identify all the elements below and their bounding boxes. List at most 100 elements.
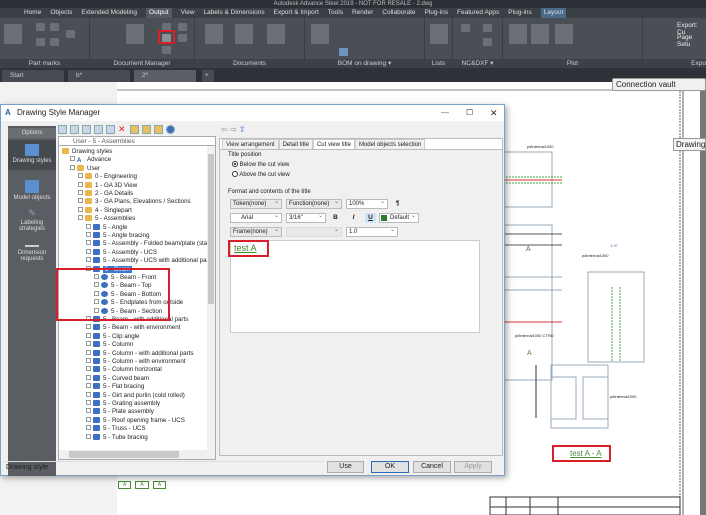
folder-icon[interactable]: [154, 125, 163, 134]
expand-icon[interactable]: [86, 248, 91, 254]
plot-icon[interactable]: [509, 24, 527, 44]
horizontal-scrollbar[interactable]: [59, 450, 215, 459]
font-dropdown[interactable]: Arial: [230, 212, 282, 223]
forward-icon[interactable]: ⇨: [230, 125, 237, 134]
paste-icon[interactable]: [94, 125, 103, 134]
part-mark-icon[interactable]: [36, 23, 45, 31]
bom-icon[interactable]: [339, 48, 348, 56]
radio-above[interactable]: Above the cut view: [232, 171, 290, 178]
close-button[interactable]: ✕: [490, 105, 498, 121]
tree-item[interactable]: 5 - Assemblies: [78, 215, 135, 223]
expand-icon[interactable]: [70, 164, 75, 170]
radio-below[interactable]: Below the cut view: [232, 161, 289, 168]
drawing-styles-icon[interactable]: [205, 24, 223, 44]
expand-icon[interactable]: [78, 198, 83, 204]
tree-item[interactable]: 5 - Truss - UCS: [86, 425, 146, 433]
ribbon-tab[interactable]: Export & Import: [274, 8, 319, 18]
expand-icon[interactable]: [86, 358, 91, 363]
tree-item[interactable]: 5 - Tube bracing: [86, 433, 148, 442]
tree-item[interactable]: 5 - Assembly - UCS: [86, 248, 157, 257]
up-icon[interactable]: ⇧: [239, 125, 246, 134]
tree-item[interactable]: Drawing styles: [62, 148, 112, 156]
tree-item[interactable]: 5 - Roof opening frame - UCS: [86, 416, 185, 425]
expand-icon[interactable]: [86, 383, 91, 389]
sidebar-item-drawing-styles[interactable]: Drawing styles: [8, 140, 56, 170]
part-mark-icon[interactable]: [36, 38, 45, 46]
part-mark-icon[interactable]: [66, 30, 75, 38]
ribbon-tab[interactable]: Extended Modeling: [81, 8, 137, 18]
doc-tab-b[interactable]: b*: [68, 70, 130, 82]
factor-dropdown[interactable]: 1.0: [346, 226, 398, 237]
tree-item[interactable]: 5 - Flat bracing: [86, 383, 144, 391]
sidebar-item-labeling-strategies[interactable]: ✎ Labeling strategies: [8, 206, 56, 236]
tree-item[interactable]: 5 - Assembly - Folded beam/plate (standa…: [86, 240, 215, 248]
expand-icon[interactable]: [78, 206, 83, 212]
tree-item[interactable]: 5 - Column: [86, 341, 133, 349]
tree-item[interactable]: 5 - Column - with additional parts: [86, 349, 193, 358]
tree-item[interactable]: 2 - GA Details: [78, 190, 133, 198]
tree-item[interactable]: 5 - Curved beam: [86, 374, 149, 383]
document-manager-icon[interactable]: [126, 24, 144, 44]
nc-icon[interactable]: [461, 24, 470, 32]
tab[interactable]: Detail title: [278, 139, 313, 149]
expand-icon[interactable]: [86, 324, 91, 330]
tree-item[interactable]: User: [70, 164, 100, 173]
tree-item[interactable]: 5 - Column - with environment: [86, 358, 186, 366]
drawing-processes-icon[interactable]: [235, 24, 253, 44]
ribbon-tab[interactable]: Featured Apps: [457, 8, 499, 18]
expand-icon[interactable]: [78, 181, 83, 187]
connection-vault-panel[interactable]: Connection vault: [612, 78, 706, 91]
tree-item[interactable]: 4 - Singlepart: [78, 206, 132, 215]
maximize-button[interactable]: ☐: [466, 105, 473, 121]
page-setup-item[interactable]: Page Setu: [677, 34, 706, 48]
use-button[interactable]: Use: [327, 461, 364, 473]
expand-icon[interactable]: [86, 433, 91, 439]
bom-templates-icon[interactable]: [267, 24, 285, 44]
ok-button[interactable]: OK: [371, 461, 409, 473]
expand-icon[interactable]: [86, 416, 91, 422]
tree-item[interactable]: A Advance: [70, 156, 111, 164]
new-icon[interactable]: [58, 125, 67, 134]
tree-item[interactable]: 5 - Clip angle: [86, 332, 139, 341]
tab[interactable]: View arrangement: [222, 139, 279, 149]
group-manager-icon[interactable]: [311, 24, 329, 44]
nc-icon[interactable]: [483, 24, 492, 32]
tree-item[interactable]: 5 - Beam - with environment: [86, 324, 180, 332]
tree-item[interactable]: 5 - Column horizontal: [86, 366, 162, 374]
tree-item[interactable]: 5 - Angle: [86, 223, 127, 232]
expand-icon[interactable]: [86, 425, 91, 431]
delete-icon[interactable]: ✕: [118, 125, 127, 134]
nc-icon[interactable]: [483, 38, 492, 46]
expand-icon[interactable]: [86, 374, 91, 380]
ribbon-tab[interactable]: Tools: [328, 8, 343, 18]
cancel-button[interactable]: Cancel: [413, 461, 451, 473]
sidebar-item-dimension-requests[interactable]: Dimension requests: [8, 236, 56, 266]
minimize-button[interactable]: —: [441, 105, 449, 121]
scale-dropdown[interactable]: 100%: [346, 198, 388, 209]
part-mark-icon[interactable]: [50, 38, 59, 46]
ribbon-tab[interactable]: Layout: [540, 8, 567, 18]
expand-icon[interactable]: [78, 173, 83, 179]
ribbon-tab[interactable]: Render: [352, 8, 373, 18]
preview-icon[interactable]: [555, 24, 573, 44]
expand-icon[interactable]: [86, 408, 91, 414]
ribbon-tab[interactable]: Labels & Dimensions: [204, 8, 265, 18]
apply-button[interactable]: Apply: [454, 461, 492, 473]
size-dropdown[interactable]: 3/16": [286, 212, 326, 223]
folder-icon[interactable]: [130, 125, 139, 134]
edit-icon[interactable]: [70, 125, 79, 134]
expand-icon[interactable]: [86, 257, 91, 263]
tree-item[interactable]: 5 - Angle bracing: [86, 232, 149, 240]
vertical-scrollbar[interactable]: [207, 146, 215, 451]
options-button[interactable]: Options: [8, 128, 56, 138]
ribbon-tab[interactable]: Objects: [50, 8, 72, 18]
bold-button[interactable]: B: [330, 213, 341, 223]
tree-item[interactable]: 5 - Plate assembly: [86, 408, 154, 416]
doc-icon[interactable]: [178, 34, 187, 42]
sidebar-item-model-objects[interactable]: Model objects: [8, 176, 56, 206]
ribbon-tab[interactable]: Home: [24, 8, 41, 18]
ribbon-tab[interactable]: Collaborate: [382, 8, 415, 18]
function-dropdown[interactable]: Function(none): [286, 198, 342, 209]
copy-icon[interactable]: [82, 125, 91, 134]
ribbon-tab[interactable]: Plug-ins: [425, 8, 448, 18]
